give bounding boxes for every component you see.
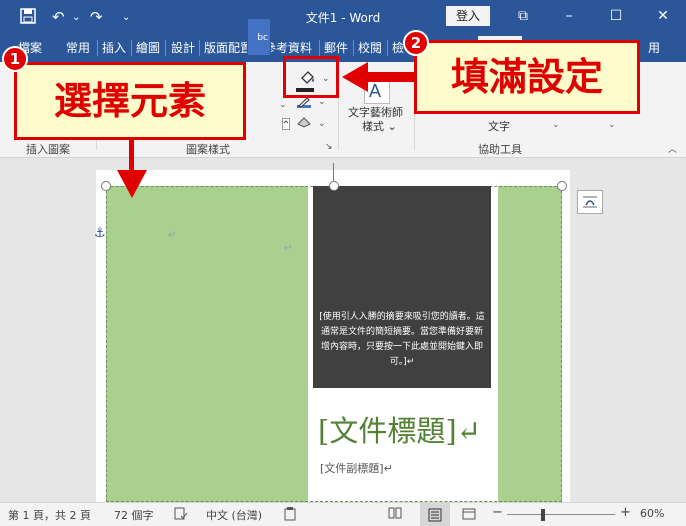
- word-count[interactable]: 72 個字: [114, 507, 154, 523]
- ribbon-display-options-icon[interactable]: ⧉: [509, 5, 537, 27]
- tab-home[interactable]: 常用: [66, 40, 90, 56]
- tab-references[interactable]: 參考資料: [264, 40, 312, 56]
- tab-design[interactable]: 設計: [171, 40, 195, 56]
- tab-tail[interactable]: 用: [648, 40, 660, 56]
- layout-options-icon[interactable]: [577, 190, 603, 214]
- tab-mailings[interactable]: 郵件: [324, 40, 348, 56]
- tab-draw[interactable]: 繪圖: [136, 40, 160, 56]
- shape-styles-dialog-launcher[interactable]: ↘: [325, 142, 333, 152]
- zoom-out-button[interactable]: −: [492, 505, 503, 520]
- paragraph-mark: ↵: [284, 243, 293, 254]
- group-label-accessibility: 協助工具: [478, 143, 522, 156]
- zoom-in-button[interactable]: +: [620, 505, 631, 520]
- tab-separator: [319, 40, 320, 56]
- read-mode-icon[interactable]: [388, 507, 402, 522]
- shape-outline-dropdown-icon[interactable]: ⌄: [318, 97, 326, 107]
- shape-effects-dropdown-icon[interactable]: ⌄: [318, 119, 326, 129]
- minimize-button[interactable]: –: [555, 5, 583, 27]
- maximize-button[interactable]: ☐: [602, 5, 630, 27]
- web-layout-icon[interactable]: [462, 507, 476, 524]
- collapse-ribbon-icon[interactable]: ︿: [668, 142, 677, 155]
- size-dropdown-icon[interactable]: ⌄: [608, 120, 616, 130]
- tab-separator: [97, 40, 98, 56]
- fill-button-highlight: [283, 56, 339, 98]
- close-button[interactable]: ✕: [649, 5, 677, 27]
- group-label-shape-styles: 圖案樣式: [186, 143, 230, 156]
- status-bar: 第 1 頁，共 2 頁 72 個字 中文 (台灣) − + 60%: [0, 502, 686, 526]
- paragraph-mark: ↵: [168, 230, 177, 241]
- language-indicator[interactable]: 中文 (台灣): [206, 507, 262, 523]
- page-count[interactable]: 第 1 頁，共 2 頁: [8, 507, 91, 523]
- print-layout-icon[interactable]: [420, 503, 450, 526]
- resize-handle[interactable]: [329, 181, 339, 191]
- arrow-left: [342, 62, 416, 92]
- arrow-down-shaft: [129, 138, 134, 172]
- shape-style-gallery-item[interactable]: bc: [247, 18, 271, 56]
- callout-select-element: 選擇元素: [14, 62, 246, 140]
- shape-style-gallery-more[interactable]: ⌄: [279, 100, 287, 110]
- tab-separator: [131, 40, 132, 56]
- window-title: 文件1 - Word: [305, 11, 381, 25]
- rotation-line: [333, 163, 334, 181]
- summary-text[interactable]: [使用引人入勝的摘要來吸引您的讀者。這通常是文件的簡短摘要。當您準備好要新增內容…: [318, 310, 486, 370]
- step-badge-1: 1: [2, 46, 28, 72]
- proofing-icon[interactable]: [174, 507, 188, 524]
- document-subtitle[interactable]: [文件副標題]↵: [320, 460, 393, 476]
- zoom-slider-thumb[interactable]: [541, 509, 545, 521]
- tab-separator: [353, 40, 354, 56]
- tab-separator: [199, 40, 200, 56]
- shape-effects-icon[interactable]: [297, 116, 311, 128]
- resize-handle[interactable]: [557, 181, 567, 191]
- tab-layout[interactable]: 版面配置: [204, 40, 252, 56]
- zoom-level[interactable]: 60%: [640, 507, 664, 520]
- resize-handle[interactable]: [101, 181, 111, 191]
- document-title[interactable]: [文件標題]↵: [318, 413, 481, 449]
- accessibility-icon[interactable]: [284, 507, 296, 524]
- title-bar: ↶ ⌄ ↷ ⌄ 文件1 - Word 登入 ⧉ – ☐ ✕: [0, 0, 686, 34]
- arrange-dropdown-icon[interactable]: ⌄: [552, 120, 560, 130]
- tab-review[interactable]: 校閱: [358, 40, 382, 56]
- wordart-styles-label-line1: 文字藝術師: [348, 106, 403, 119]
- arrow-down-head: [117, 170, 147, 198]
- tab-separator: [387, 40, 388, 56]
- gallery-scroll-icon[interactable]: [282, 118, 290, 133]
- anchor-icon[interactable]: ⚓: [94, 226, 106, 241]
- alt-text-label[interactable]: 文字: [488, 120, 510, 134]
- tab-separator: [165, 40, 166, 56]
- zoom-slider[interactable]: [507, 514, 615, 515]
- group-label-insert-shapes: 插入圖案: [26, 143, 70, 156]
- wordart-styles-label-line2[interactable]: 樣式 ⌄: [362, 120, 397, 134]
- tab-insert[interactable]: 插入: [102, 40, 126, 56]
- login-button[interactable]: 登入: [446, 6, 490, 26]
- step-badge-2: 2: [403, 30, 429, 56]
- callout-fill-settings: 填滿設定: [414, 40, 640, 114]
